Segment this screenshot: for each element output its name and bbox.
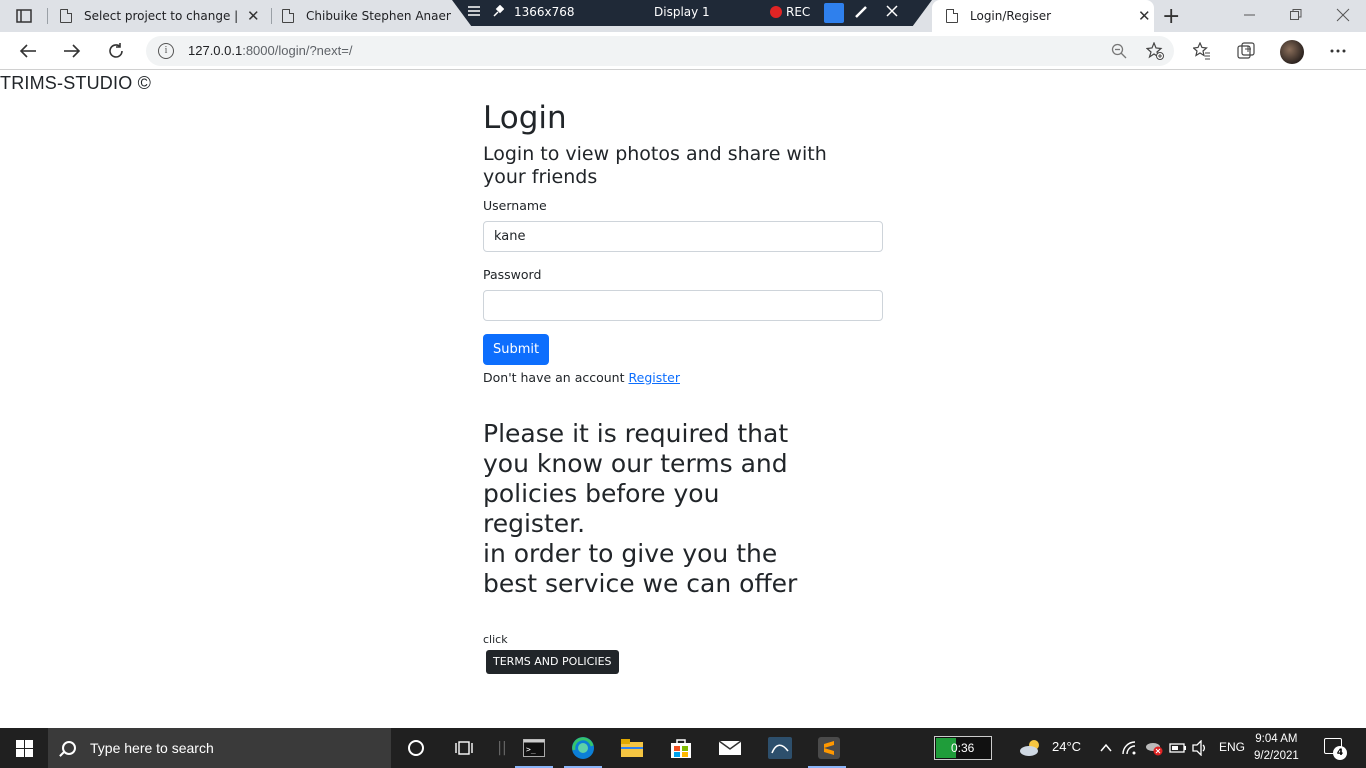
brand-title[interactable]: TRIMS-STUDIO ©: [0, 73, 151, 94]
favorites-icon[interactable]: [1191, 40, 1213, 62]
close-icon[interactable]: ✕: [1138, 7, 1151, 25]
register-prompt: Don't have an account Register: [483, 369, 883, 386]
taskbar-search[interactable]: Type here to search: [48, 728, 391, 768]
clock-date: 9/2/2021: [1254, 750, 1299, 762]
password-label: Password: [483, 267, 542, 282]
tab-separator: [271, 8, 272, 24]
menu-icon[interactable]: [468, 5, 480, 17]
register-link[interactable]: Register: [629, 370, 680, 385]
tab-strip: Select project to change | Dja ✕ Chibuik…: [0, 0, 1366, 32]
network-icon[interactable]: [1118, 736, 1142, 760]
url-text[interactable]: 127.0.0.1:8000/login/?next=/: [188, 43, 352, 58]
submit-button[interactable]: Submit: [483, 334, 550, 365]
pin-icon[interactable]: [492, 5, 504, 17]
minimize-icon[interactable]: [1244, 6, 1256, 28]
temperature-label[interactable]: 24°C: [1052, 739, 1081, 754]
search-icon: [62, 741, 76, 755]
notification-count: 4: [1333, 746, 1347, 760]
notice-line-1: Please it is required that you know our …: [483, 419, 789, 538]
record-label: REC: [786, 5, 811, 19]
zoom-out-icon[interactable]: [1108, 40, 1130, 62]
volume-icon[interactable]: [1188, 736, 1212, 760]
username-label: Username: [483, 198, 547, 213]
svg-text:>_: >_: [526, 745, 536, 754]
tab-title: Chibuike Stephen Anaenug: [306, 9, 451, 23]
windows-icon: [15, 739, 33, 757]
mail-icon[interactable]: [718, 736, 742, 760]
tab-chibuike[interactable]: Chibuike Stephen Anaenug: [282, 0, 452, 32]
cortana-icon[interactable]: [404, 736, 428, 760]
more-options-icon[interactable]: [1327, 40, 1349, 62]
address-bar[interactable]: i 127.0.0.1:8000/login/?next=/: [146, 36, 1174, 66]
file-explorer-icon[interactable]: [620, 736, 644, 760]
forward-icon[interactable]: [59, 38, 85, 64]
new-tab-button[interactable]: +: [1162, 0, 1180, 32]
display-label: Display 1: [654, 5, 710, 19]
store-icon[interactable]: [669, 736, 693, 760]
page-icon: [282, 9, 294, 23]
page-title: Login: [483, 100, 567, 136]
edge-browser-icon[interactable]: [571, 736, 595, 760]
task-view-icon[interactable]: [452, 736, 476, 760]
url-host: 127.0.0.1: [188, 43, 243, 58]
url-path: :8000/login/?next=/: [242, 43, 353, 58]
battery-icon[interactable]: [1166, 736, 1190, 760]
no-account-text: Don't have an account: [483, 370, 625, 385]
terms-notice: Please it is required that you know our …: [483, 419, 823, 599]
sublime-text-icon[interactable]: [817, 736, 841, 760]
system-clock[interactable]: 9:04 AM 9/2/2021: [1254, 731, 1299, 765]
notice-line-2: in order to give you the best service we…: [483, 539, 798, 598]
sql-workbench-icon[interactable]: [768, 736, 792, 760]
tab-actions-icon[interactable]: [12, 6, 36, 26]
click-label: click: [483, 633, 508, 646]
start-button[interactable]: [0, 728, 48, 768]
page-icon: [60, 9, 72, 23]
language-indicator[interactable]: ENG: [1219, 740, 1245, 754]
profile-avatar[interactable]: [1280, 40, 1304, 64]
taskbar-divider: ||: [497, 740, 507, 756]
resolution-label: 1366x768: [514, 5, 575, 19]
recording-timer[interactable]: 0:36: [934, 736, 992, 760]
password-field[interactable]: [483, 290, 883, 321]
collections-icon[interactable]: [1235, 40, 1257, 62]
chevron-up-icon[interactable]: [1094, 736, 1118, 760]
info-icon[interactable]: i: [158, 43, 174, 59]
taskbar: Type here to search || >_ 0:36 24°C ENG …: [0, 728, 1366, 768]
tab-select-project[interactable]: Select project to change | Dja ✕: [60, 0, 268, 32]
clock-time: 9:04 AM: [1255, 733, 1298, 745]
camera-icon[interactable]: [824, 3, 844, 23]
record-button[interactable]: REC: [770, 5, 810, 19]
weather-icon[interactable]: [1019, 736, 1043, 760]
tab-title: Login/Regiser: [970, 9, 1052, 23]
window-close-icon[interactable]: [1336, 6, 1350, 28]
cloud-sync-error-icon[interactable]: [1142, 736, 1166, 760]
timer-value: 0:36: [951, 741, 975, 755]
terms-and-policies-button[interactable]: TERMS AND POLICIES: [486, 650, 619, 674]
reload-icon[interactable]: [103, 38, 129, 64]
page-subtitle: Login to view photos and share with your…: [483, 143, 827, 188]
login-container: Login Login to view photos and share wit…: [483, 92, 883, 674]
close-icon[interactable]: [886, 5, 898, 17]
tab-login-register[interactable]: Login/Regiser ✕: [932, 0, 1154, 32]
screen-recorder-bar: 1366x768 Display 1 REC: [452, 0, 932, 26]
tab-separator: [47, 8, 48, 24]
pen-icon[interactable]: [854, 5, 868, 19]
record-icon: [770, 6, 782, 18]
close-icon[interactable]: ✕: [247, 7, 260, 25]
search-placeholder: Type here to search: [90, 740, 214, 756]
username-field[interactable]: kane: [483, 221, 883, 252]
tab-title: Select project to change | Dja: [84, 9, 239, 23]
terminal-icon[interactable]: >_: [522, 736, 546, 760]
add-favorite-icon[interactable]: [1144, 40, 1166, 62]
page-icon: [946, 9, 958, 23]
back-icon[interactable]: [15, 38, 41, 64]
restore-icon[interactable]: [1290, 6, 1302, 28]
browser-toolbar: i 127.0.0.1:8000/login/?next=/: [0, 32, 1366, 70]
